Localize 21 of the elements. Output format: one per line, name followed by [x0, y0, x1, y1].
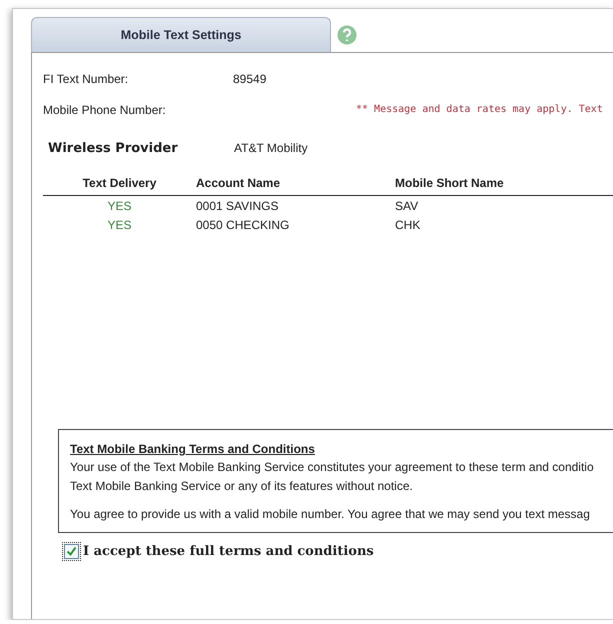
table-cell: CHK	[395, 218, 420, 232]
column-header: Account Name	[196, 176, 282, 190]
column-header: Mobile Short Name	[395, 176, 504, 190]
terms-title: Text Mobile Banking Terms and Conditions	[70, 441, 316, 458]
table-cell-text: YES	[106, 198, 132, 212]
table-cell-text: 0001 SAVINGS	[196, 198, 280, 212]
table-cell-text: 0050 CHECKING	[196, 218, 290, 232]
rates-note: ** Message and data rates may apply. Text	[356, 104, 603, 115]
terms-paragraph: Your use of the Text Mobile Banking Service constitutes your agreement to these term and conditio Text Mobile Banking Service or any of its features without notice.	[70, 459, 595, 495]
field-label: Mobile Phone Number:	[43, 102, 167, 116]
provider-value: AT&T Mobility	[234, 141, 308, 155]
table-cell: SAV	[395, 198, 418, 212]
accept-label: I accept these full terms and conditions	[83, 544, 374, 559]
field-label: FI Text Number:	[43, 72, 130, 86]
accept-checkbox[interactable]	[64, 544, 79, 559]
provider-label: Wireless Provider	[48, 140, 179, 156]
field-value: 89549	[233, 72, 268, 86]
terms-paragraph: You agree to provide us with a valid mobile number. You agree that we may send you text messag	[70, 506, 591, 523]
settings-tab[interactable]: Mobile Text Settings	[31, 17, 331, 52]
column-header: Text Delivery	[82, 176, 158, 190]
table-cell-text: YES	[106, 218, 132, 232]
